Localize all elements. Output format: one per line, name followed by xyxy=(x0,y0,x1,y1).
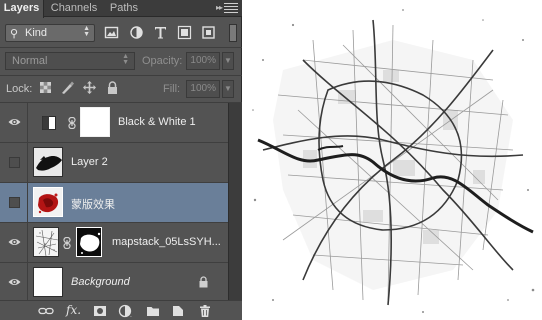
new-group-folder-icon[interactable] xyxy=(146,304,160,318)
adjustment-filter-icon[interactable] xyxy=(129,25,144,40)
layer-row-black-white[interactable]: Black & White 1 xyxy=(0,103,228,143)
eye-icon xyxy=(8,239,21,245)
layer-style-fx-icon[interactable]: fx. xyxy=(66,303,81,317)
delete-layer-trash-icon[interactable] xyxy=(198,304,212,318)
lock-label: Lock: xyxy=(6,83,33,95)
link-icon[interactable] xyxy=(67,117,77,129)
map-thumbnail-icon xyxy=(34,228,58,256)
layers-bottom-toolbar: fx. . xyxy=(0,300,242,320)
divider xyxy=(0,47,242,48)
layer-row-mapstack[interactable]: mapstack_05LsSYH... xyxy=(0,223,228,263)
blend-mode-label: Normal xyxy=(12,55,48,67)
lock-transparent-pixels-icon[interactable] xyxy=(38,80,53,95)
layer-thumbnail[interactable] xyxy=(33,227,59,257)
shape-filter-icon[interactable] xyxy=(177,25,192,40)
type-filter-icon[interactable] xyxy=(153,25,168,40)
new-layer-icon[interactable] xyxy=(171,304,185,318)
tab-layers[interactable]: Layers xyxy=(0,0,44,18)
visibility-toggle[interactable] xyxy=(0,143,28,182)
lock-all-icon[interactable] xyxy=(105,80,120,95)
visibility-toggle[interactable] xyxy=(0,103,28,142)
visibility-toggle[interactable] xyxy=(0,183,28,222)
lock-icon xyxy=(199,276,208,288)
red-texture-thumbnail-icon xyxy=(34,188,62,216)
layer-row-background[interactable]: Background xyxy=(0,263,228,303)
link-layers-icon[interactable] xyxy=(38,304,54,318)
svg-text:.: . xyxy=(130,312,132,318)
layer-name: Background xyxy=(71,276,130,288)
black-brush-shape-icon xyxy=(36,156,62,171)
grayscale-city-map-image xyxy=(252,9,535,313)
layer-thumbnail[interactable] xyxy=(33,187,63,217)
stepper-arrows-icon: ▲ ▼ xyxy=(83,25,90,38)
smart-object-filter-icon[interactable] xyxy=(201,25,216,40)
layers-panel: Layers Channels Paths ▸▸ ⚲ Kind ▲ ▼ Norma… xyxy=(0,0,242,320)
black-white-adjustment-icon xyxy=(42,116,56,130)
layer-name: mapstack_05LsSYH... xyxy=(112,236,221,248)
eye-icon xyxy=(8,119,21,125)
fill-dropdown-icon[interactable]: ▼ xyxy=(222,80,234,98)
opacity-dropdown-icon[interactable]: ▼ xyxy=(222,52,234,70)
layer-thumbnail[interactable] xyxy=(33,147,63,177)
link-icon[interactable] xyxy=(62,237,72,249)
layer-thumbnail[interactable] xyxy=(33,267,63,297)
opacity-label: Opacity: xyxy=(142,55,183,67)
hidden-visibility-box xyxy=(9,157,20,168)
eye-icon xyxy=(8,279,21,285)
filter-toggle-switch[interactable] xyxy=(229,24,237,42)
tab-paths[interactable]: Paths xyxy=(104,0,144,17)
document-canvas[interactable] xyxy=(243,0,542,320)
layer-name: 蒙版效果 xyxy=(71,199,115,211)
filter-kind-select[interactable]: ⚲ Kind ▲ ▼ xyxy=(5,24,95,42)
white-mask-shape-icon xyxy=(77,228,101,256)
layer-mask-thumbnail[interactable] xyxy=(76,227,102,257)
layers-list: Black & White 1 Layer 2 蒙版效果 mapstack_05… xyxy=(0,103,228,303)
fill-field[interactable]: 100% xyxy=(186,80,220,98)
divider xyxy=(0,75,242,76)
opacity-field[interactable]: 100% xyxy=(186,52,220,70)
layer-row-layer-2[interactable]: Layer 2 xyxy=(0,143,228,183)
visibility-toggle[interactable] xyxy=(0,223,28,262)
layer-name: Black & White 1 xyxy=(118,116,196,128)
hidden-visibility-box xyxy=(9,197,20,208)
panel-menu-icon[interactable] xyxy=(224,3,238,14)
visibility-toggle[interactable] xyxy=(0,263,28,302)
stepper-arrows-icon: ▲ ▼ xyxy=(122,53,129,66)
collapse-panel-icon[interactable]: ▸▸ xyxy=(216,3,223,12)
lock-image-pixels-icon[interactable] xyxy=(60,80,75,95)
layer-row-mask-effect[interactable]: 蒙版效果 xyxy=(0,183,228,223)
layers-scrollbar[interactable] xyxy=(228,103,242,300)
layer-name: Layer 2 xyxy=(71,156,108,168)
add-mask-icon[interactable] xyxy=(93,304,107,318)
blend-mode-select[interactable]: Normal ▲ ▼ xyxy=(5,52,135,70)
tab-channels[interactable]: Channels xyxy=(48,0,100,17)
new-adjustment-layer-icon[interactable]: . xyxy=(118,304,134,318)
fill-label: Fill: xyxy=(163,83,181,95)
image-filter-icon[interactable] xyxy=(104,25,119,40)
lock-position-icon[interactable] xyxy=(82,80,97,95)
search-icon: ⚲ xyxy=(10,28,19,40)
panel-tab-bar: Layers Channels Paths ▸▸ xyxy=(0,0,242,18)
layer-mask-thumbnail[interactable] xyxy=(80,107,110,137)
filter-kind-label: Kind xyxy=(25,27,48,39)
